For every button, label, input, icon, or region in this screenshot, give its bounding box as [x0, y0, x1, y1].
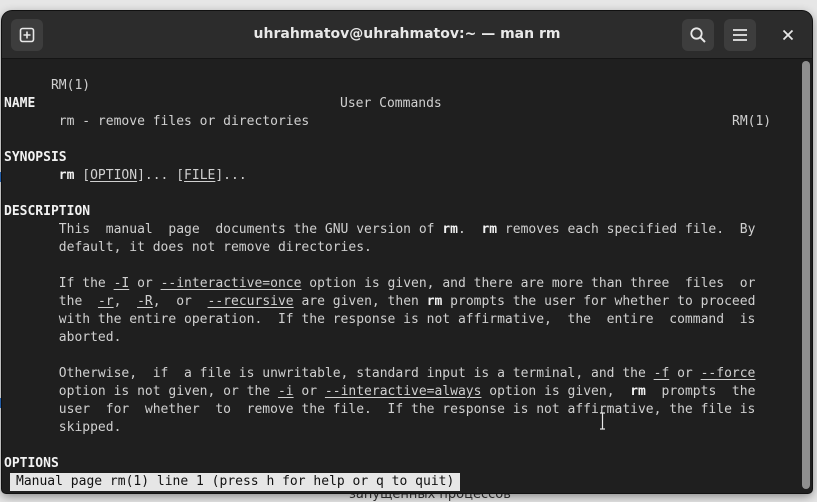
- new-tab-button[interactable]: [11, 19, 43, 51]
- pager-status-line: Manual page rm(1) line 1 (press h for he…: [10, 473, 461, 491]
- close-icon: [782, 29, 794, 41]
- terminal-window[interactable]: uhrahmatov@uhrahmatov:~ — man rm RM(1) U…: [2, 11, 812, 493]
- search-icon: [690, 27, 706, 43]
- description-line: the -r, -R, or --recursive are given, th…: [58, 294, 756, 309]
- description-line: with the entire operation. If the respon…: [58, 312, 756, 327]
- name-text: rm - remove files or directories: [58, 114, 310, 129]
- description-line: aborted.: [58, 330, 122, 345]
- name-heading: NAME: [4, 96, 36, 111]
- synopsis-heading: SYNOPSIS: [4, 150, 67, 165]
- window-title: uhrahmatov@uhrahmatov:~ — man rm: [253, 26, 561, 42]
- description-line: This manual page documents the GNU versi…: [58, 222, 756, 237]
- menu-button[interactable]: [724, 19, 756, 51]
- terminal-content[interactable]: RM(1) User Commands RM(1) NAME rm - remo…: [4, 59, 794, 491]
- text-cursor-icon: [600, 412, 605, 430]
- description-line: If the -I or --interactive=once option i…: [58, 276, 756, 291]
- description-line: option is not given, or the -i or --inte…: [58, 384, 756, 399]
- description-line: default, it does not remove directories.: [58, 240, 372, 255]
- description-line: user for whether to remove the file. If …: [58, 402, 756, 417]
- close-button[interactable]: [772, 19, 804, 51]
- new-tab-icon: [19, 27, 35, 43]
- description-heading: DESCRIPTION: [4, 204, 91, 219]
- options-heading: OPTIONS: [4, 456, 59, 471]
- header-bar: uhrahmatov@uhrahmatov:~ — man rm: [2, 11, 812, 59]
- search-button[interactable]: [682, 19, 714, 51]
- man-header-line: RM(1) User Commands RM(1): [4, 59, 794, 129]
- scrollbar[interactable]: [802, 61, 810, 489]
- description-line: skipped.: [58, 420, 122, 435]
- hamburger-menu-icon: [733, 29, 747, 41]
- scrollbar-thumb[interactable]: [802, 61, 810, 489]
- description-line: Otherwise, if a file is unwritable, stan…: [58, 366, 756, 381]
- synopsis-text: rm [OPTION]... [FILE]...: [58, 168, 247, 183]
